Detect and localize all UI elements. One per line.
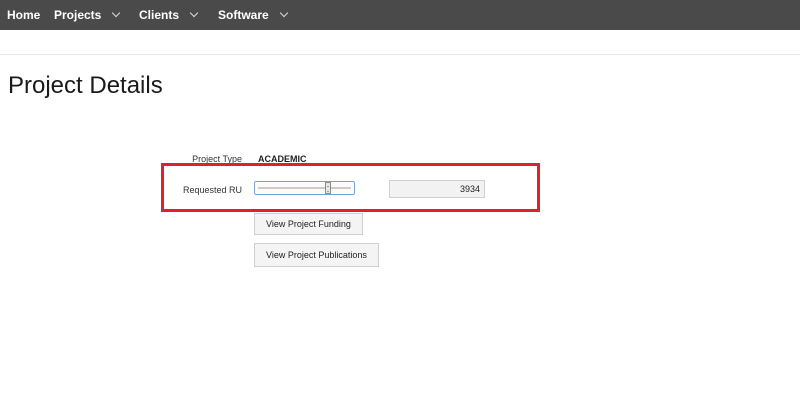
page-title: Project Details: [8, 72, 163, 99]
nav-projects-label: Projects: [54, 8, 102, 22]
nav-home-label: Home: [7, 8, 41, 22]
slider-track: [258, 187, 351, 189]
slider-thumb[interactable]: [325, 182, 331, 194]
chevron-down-icon: [189, 8, 199, 18]
requested-ru-slider[interactable]: [254, 181, 355, 195]
chevron-down-icon: [112, 8, 121, 18]
project-type-label: Project Type: [192, 154, 242, 164]
chevron-down-icon: [279, 8, 288, 18]
view-project-funding-button[interactable]: View Project Funding: [254, 213, 363, 235]
header-divider: [0, 54, 800, 55]
nav-software-label: Software: [218, 8, 269, 22]
requested-ru-label: Requested RU: [182, 185, 242, 195]
project-type-value: ACADEMIC: [258, 154, 307, 164]
top-navbar: Home Projects Clients Software: [0, 0, 800, 30]
nav-software[interactable]: Software: [218, 0, 288, 30]
nav-clients[interactable]: Clients: [139, 0, 199, 30]
nav-projects[interactable]: Projects: [54, 0, 121, 30]
view-project-publications-button[interactable]: View Project Publications: [254, 243, 379, 267]
nav-clients-label: Clients: [139, 8, 180, 22]
requested-ru-input[interactable]: [389, 180, 485, 198]
nav-home[interactable]: Home: [7, 0, 40, 30]
